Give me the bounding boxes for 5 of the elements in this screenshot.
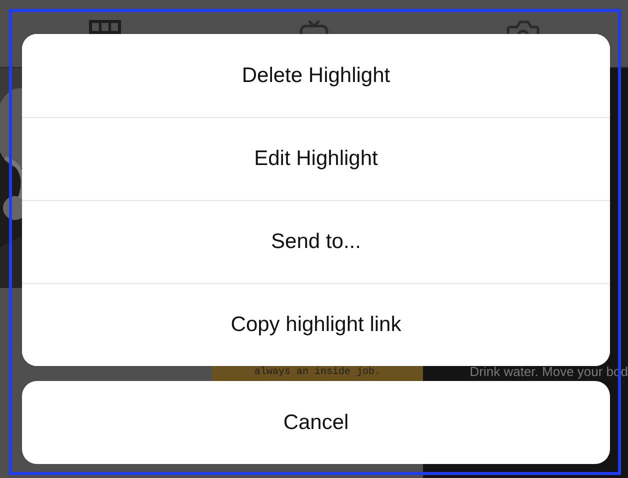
action-button[interactable]: Copy highlight link <box>22 283 610 366</box>
camera-icon[interactable] <box>506 20 540 36</box>
tv-icon[interactable] <box>298 20 330 36</box>
caption-text: always an inside job. <box>212 365 423 381</box>
cancel-button[interactable]: Cancel <box>22 381 610 464</box>
